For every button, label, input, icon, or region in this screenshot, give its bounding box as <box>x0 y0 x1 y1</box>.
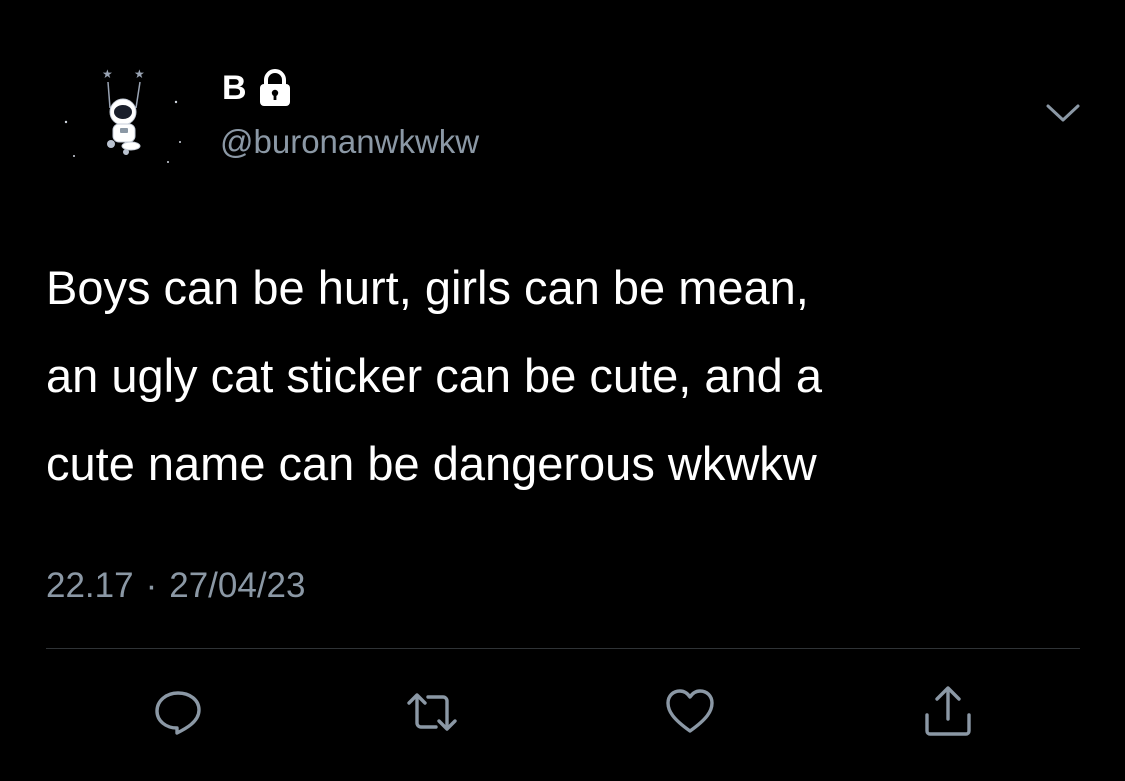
tweet-card: ★ ★ B @buronanwkwkw Boys can be hurt, gi… <box>0 0 1125 781</box>
tweet-timestamp[interactable]: 22.17 · 27/04/23 <box>46 564 306 608</box>
share-icon <box>925 686 971 736</box>
tweet-text: Boys can be hurt, girls can be mean, an … <box>46 261 822 490</box>
astronaut-avatar-icon: ★ ★ <box>64 67 181 163</box>
svg-text:★: ★ <box>102 67 113 81</box>
reply-icon <box>155 691 201 735</box>
chevron-down-icon[interactable] <box>1040 96 1086 130</box>
timestamp-separator: · <box>145 566 158 605</box>
reply-button[interactable] <box>148 682 208 742</box>
heart-icon <box>666 689 714 733</box>
tweet-time: 22.17 <box>46 566 134 605</box>
svg-text:★: ★ <box>134 67 145 81</box>
share-button[interactable] <box>918 682 978 742</box>
author-handle[interactable]: @buronanwkwkw <box>220 122 479 162</box>
author-name-row: B <box>222 68 295 108</box>
lock-icon <box>255 68 295 108</box>
retweet-icon <box>407 693 457 731</box>
author-display-name[interactable]: B <box>222 68 247 108</box>
like-button[interactable] <box>660 682 720 742</box>
tweet-date: 27/04/23 <box>169 566 306 605</box>
divider <box>46 648 1080 649</box>
retweet-button[interactable] <box>402 682 462 742</box>
avatar[interactable]: ★ ★ <box>56 62 186 172</box>
